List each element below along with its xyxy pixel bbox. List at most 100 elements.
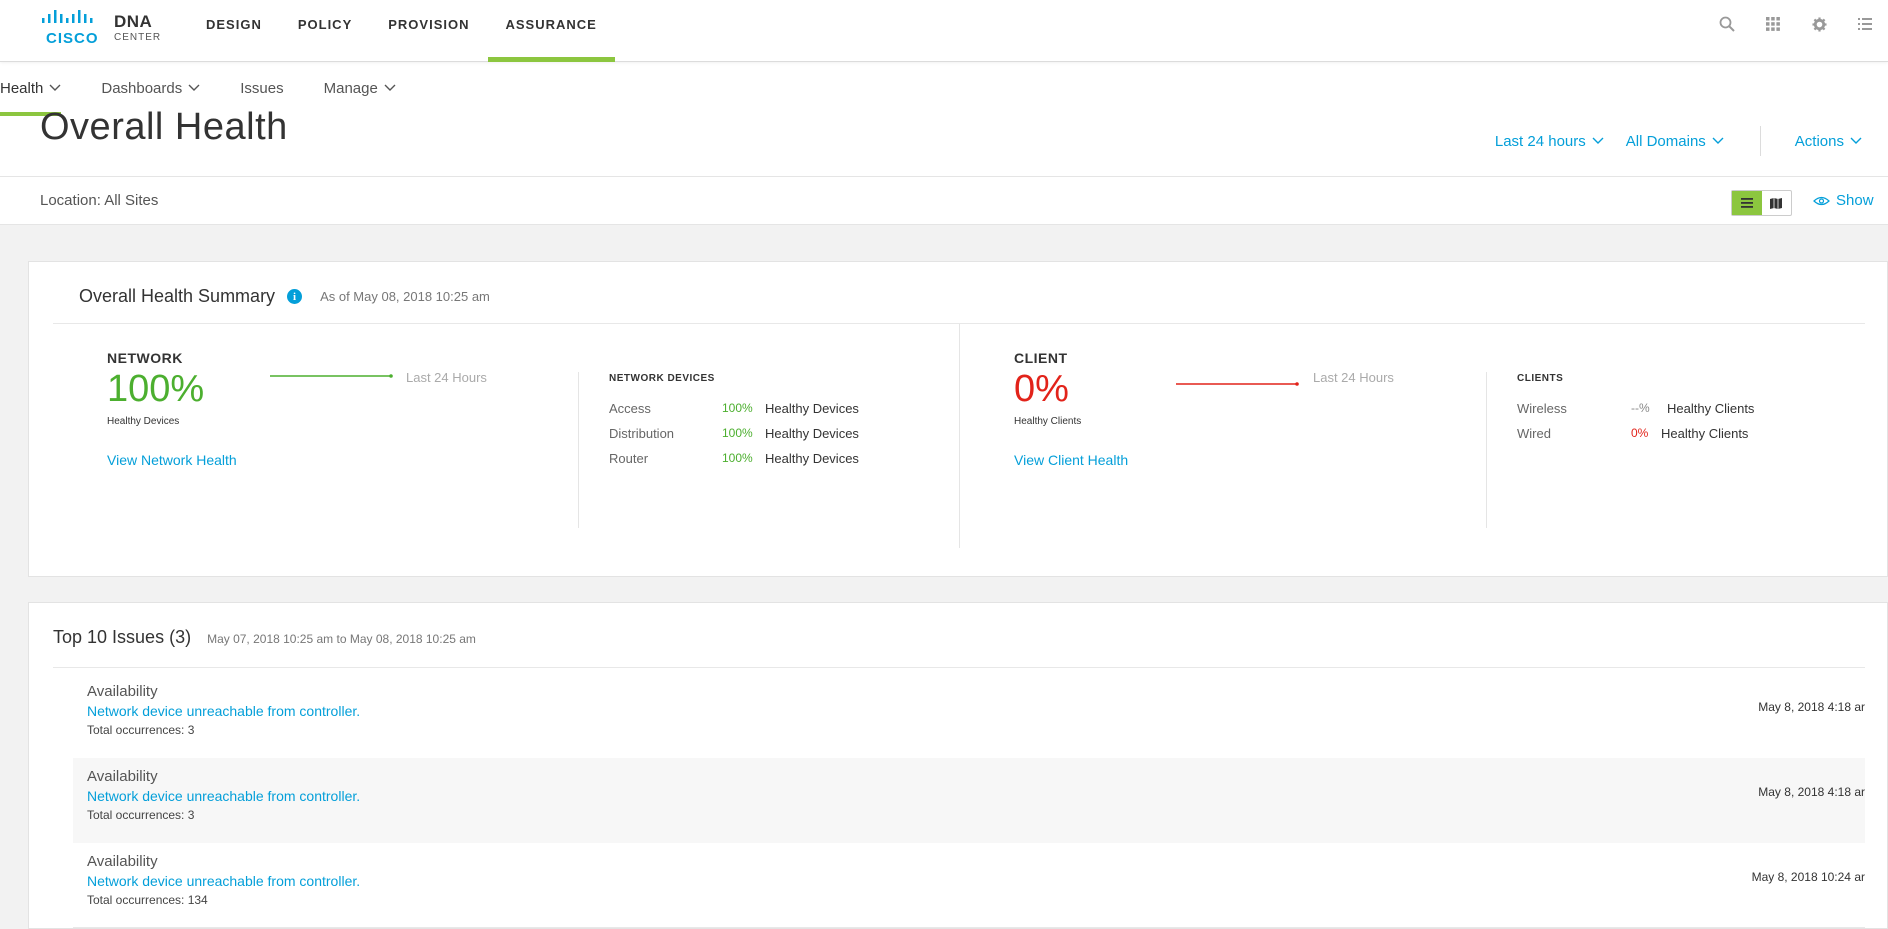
network-health-percent: 100% xyxy=(107,368,205,410)
issue-category: Availability xyxy=(87,768,158,785)
tab-health-label: Health xyxy=(0,80,44,97)
client-row-wireless: Wireless --% Healthy Clients xyxy=(1517,401,1754,416)
location-label[interactable]: Location: All Sites xyxy=(40,192,158,209)
issue-description-link[interactable]: Network device unreachable from controll… xyxy=(87,873,360,889)
view-client-health-link[interactable]: View Client Health xyxy=(1014,452,1128,468)
domain-label: All Domains xyxy=(1625,132,1706,150)
issues-title: Top 10 Issues (3) xyxy=(53,627,192,647)
summary-timestamp: As of May 08, 2018 10:25 am xyxy=(320,289,490,304)
device-row-distribution: Distribution 100% Healthy Devices xyxy=(609,426,859,441)
issue-description-link[interactable]: Network device unreachable from controll… xyxy=(87,703,360,719)
divider xyxy=(53,667,1865,668)
gear-icon[interactable] xyxy=(1796,12,1842,36)
client-health-sub: Healthy Clients xyxy=(1014,416,1082,427)
divider xyxy=(578,372,579,528)
divider xyxy=(1759,126,1761,156)
overall-health-summary-card: Overall Health Summary i As of May 08, 2… xyxy=(28,261,1888,577)
client-health-percent: 0% xyxy=(1014,368,1069,410)
view-toggle xyxy=(1731,190,1792,216)
client-trend-label: Last 24 Hours xyxy=(1313,370,1394,385)
chevron-down-icon xyxy=(49,84,61,91)
actions-label: Actions xyxy=(1794,132,1844,150)
client-type: Wired xyxy=(1517,426,1551,441)
issue-timestamp: May 8, 2018 10:24 ar xyxy=(1751,870,1865,884)
client-row-wired: Wired 0% Healthy Clients xyxy=(1517,426,1748,441)
issue-timestamp: May 8, 2018 4:18 ar xyxy=(1758,700,1865,714)
list-view-button[interactable] xyxy=(1732,191,1762,215)
apps-grid-icon[interactable] xyxy=(1750,12,1796,36)
product-subname: CENTER xyxy=(114,32,162,43)
device-health-value: 100% xyxy=(722,451,753,465)
cisco-bridge-icon xyxy=(42,10,93,23)
client-health-text: Healthy Clients xyxy=(1661,426,1749,441)
chevron-down-icon xyxy=(1850,137,1862,144)
domain-dropdown[interactable]: All Domains xyxy=(1626,133,1724,150)
cisco-wordmark: CISCO xyxy=(46,30,99,47)
client-heading: CLIENT xyxy=(1014,350,1068,366)
search-icon[interactable] xyxy=(1704,12,1750,36)
device-health-text: Healthy Devices xyxy=(765,426,859,441)
chevron-down-icon xyxy=(1592,137,1604,144)
device-health-text: Healthy Devices xyxy=(765,401,859,416)
issue-occurrences: Total occurrences: 3 xyxy=(87,808,195,822)
device-health-text: Healthy Devices xyxy=(765,451,859,466)
client-health-text: Healthy Clients xyxy=(1667,401,1755,416)
network-devices-heading: NETWORK DEVICES xyxy=(609,373,715,384)
list-view-icon xyxy=(1740,198,1753,208)
info-icon[interactable]: i xyxy=(287,289,303,304)
network-heading: NETWORK xyxy=(107,350,183,366)
chevron-down-icon xyxy=(1712,137,1724,144)
nav-assurance[interactable]: ASSURANCE xyxy=(487,0,616,62)
list-icon[interactable] xyxy=(1842,12,1888,36)
issue-category: Availability xyxy=(87,853,158,870)
nav-provision[interactable]: PROVISION xyxy=(370,0,487,62)
issue-row[interactable]: Availability Network device unreachable … xyxy=(73,758,1865,843)
chevron-down-icon xyxy=(188,84,200,91)
map-view-button[interactable] xyxy=(1762,191,1792,215)
show-toggle[interactable]: Show xyxy=(1813,192,1874,209)
actions-dropdown[interactable]: Actions xyxy=(1795,133,1862,150)
client-trend-sparkline xyxy=(1176,382,1299,386)
page-title: Overall Health xyxy=(40,106,288,148)
client-health-value: --% xyxy=(1631,401,1650,415)
client-type: Wireless xyxy=(1517,401,1567,416)
nav-policy[interactable]: POLICY xyxy=(280,0,370,62)
top-icon-bar xyxy=(1704,12,1888,36)
device-health-value: 100% xyxy=(722,401,753,415)
issue-description-link[interactable]: Network device unreachable from controll… xyxy=(87,788,360,804)
network-trend-sparkline xyxy=(270,374,393,378)
view-network-health-link[interactable]: View Network Health xyxy=(107,452,237,468)
top-navigation-bar: CISCO DNA CENTER DESIGN POLICY PROVISION… xyxy=(0,0,1888,62)
time-range-dropdown[interactable]: Last 24 hours xyxy=(1495,133,1604,150)
tab-manage-label: Manage xyxy=(323,80,378,97)
divider xyxy=(959,324,960,548)
device-type: Distribution xyxy=(609,426,675,441)
eye-icon xyxy=(1813,196,1830,205)
product-name: DNA xyxy=(114,12,153,31)
network-trend-label: Last 24 Hours xyxy=(406,370,487,385)
issue-row[interactable]: Availability Network device unreachable … xyxy=(73,843,1865,928)
main-nav: DESIGN POLICY PROVISION ASSURANCE xyxy=(188,0,616,62)
issues-header: Top 10 Issues (3) May 07, 2018 10:25 am … xyxy=(53,627,476,648)
show-label: Show xyxy=(1836,192,1874,209)
issue-occurrences: Total occurrences: 134 xyxy=(87,893,208,907)
nav-design[interactable]: DESIGN xyxy=(188,0,280,62)
cisco-dna-center-logo[interactable]: CISCO DNA CENTER xyxy=(42,8,172,52)
issues-range: May 07, 2018 10:25 am to May 08, 2018 10… xyxy=(207,632,476,646)
location-bar: Location: All Sites Show xyxy=(0,176,1888,225)
issue-timestamp: May 8, 2018 4:18 ar xyxy=(1758,785,1865,799)
device-type: Access xyxy=(609,401,651,416)
tab-issues-label: Issues xyxy=(240,80,284,97)
time-range-label: Last 24 hours xyxy=(1494,132,1586,150)
tab-manage[interactable]: Manage xyxy=(324,74,396,116)
map-icon xyxy=(1770,197,1783,209)
tab-dashboards-label: Dashboards xyxy=(101,80,183,97)
issue-category: Availability xyxy=(87,683,158,700)
divider xyxy=(1486,372,1487,528)
page-filters: Last 24 hours All Domains Actions xyxy=(1473,126,1862,156)
clients-heading: CLIENTS xyxy=(1517,373,1564,384)
device-row-access: Access 100% Healthy Devices xyxy=(609,401,859,416)
client-health-value: 0% xyxy=(1631,426,1649,440)
summary-title: Overall Health Summary xyxy=(79,286,276,306)
issue-row[interactable]: Availability Network device unreachable … xyxy=(73,673,1865,758)
